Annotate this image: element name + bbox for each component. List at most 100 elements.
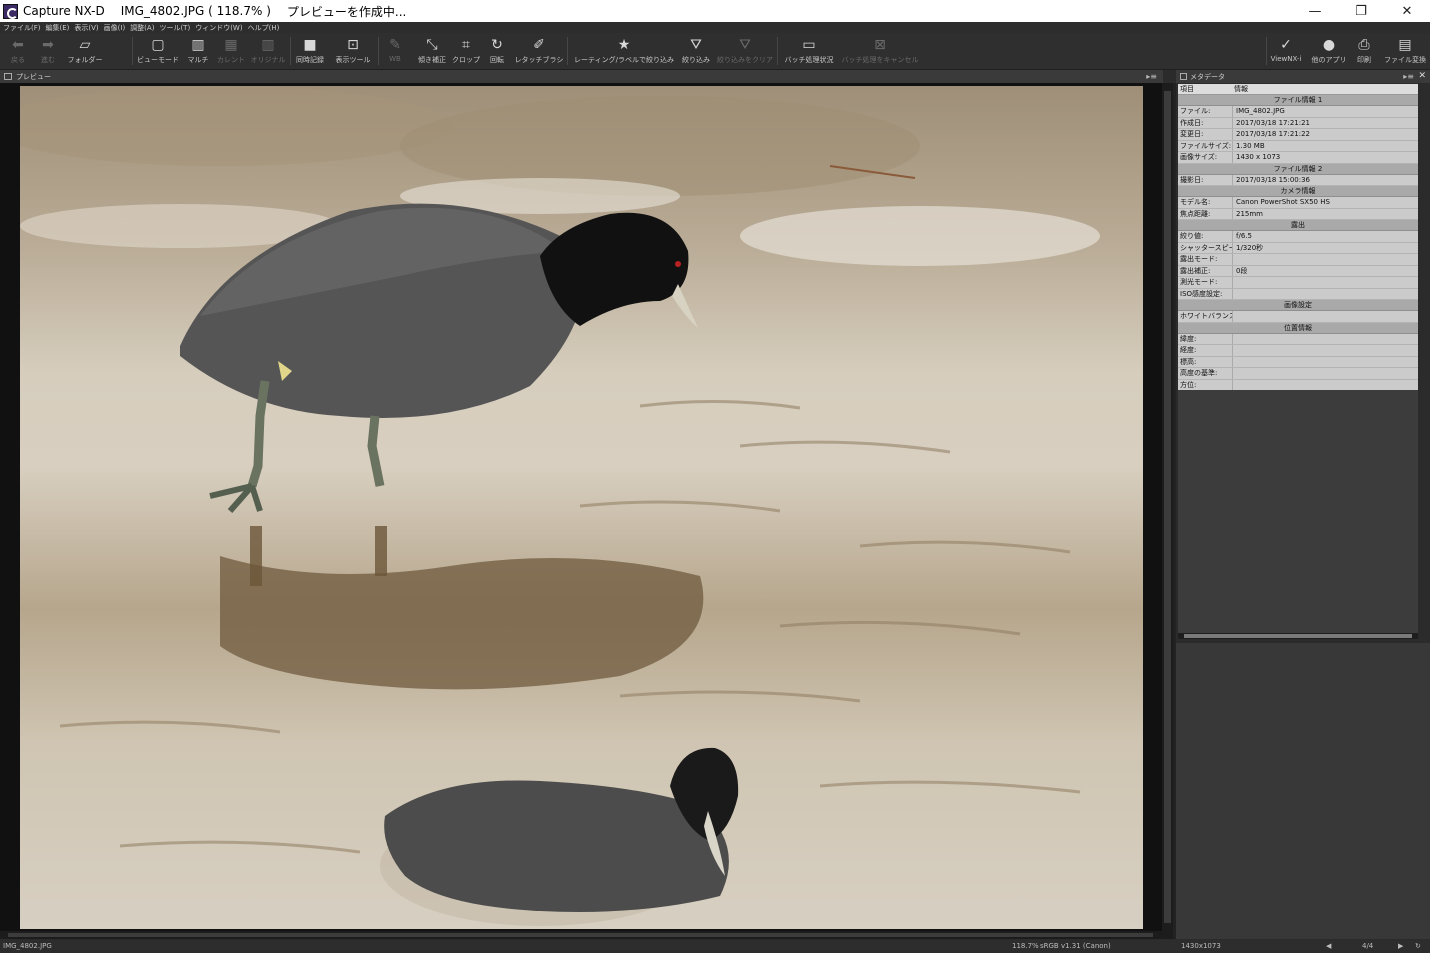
metadata-value: 2017/03/18 17:21:22 (1236, 130, 1311, 138)
metadata-row: 画像サイズ: 1430 x 1073 (1178, 152, 1418, 164)
menu-file[interactable]: ファイル(F) (3, 23, 41, 33)
metadata-row: ファイルサイズ: 1.30 MB (1178, 140, 1418, 152)
metadata-section-header[interactable]: カメラ情報 (1178, 186, 1418, 197)
eyedropper-icon: ✎ (389, 37, 401, 53)
metadata-value: 2017/03/18 15:00:36 (1236, 175, 1311, 184)
metadata-value (1233, 334, 1236, 345)
metadata-key: 高度の基準: (1178, 368, 1233, 379)
metadata-value (1233, 254, 1236, 265)
metadata-section-header[interactable]: 露出 (1178, 220, 1418, 231)
clear-filter-button[interactable]: ⛛ 絞り込みをクリア (716, 35, 774, 67)
metadata-empty-area (1178, 390, 1418, 633)
metadata-key: 絞り値: (1178, 231, 1233, 242)
print-button[interactable]: ⎙ 印刷 (1354, 35, 1374, 67)
metadata-key: ホワイトバランス: (1180, 311, 1233, 322)
original-button[interactable]: ▥ オリジナル (250, 35, 286, 67)
batch-cancel-button[interactable]: ⊠ バッチ処理をキャンセル (840, 35, 920, 67)
next-image-icon[interactable]: ▶ (1398, 942, 1403, 950)
horizontal-scroll-thumb[interactable] (8, 933, 1153, 937)
metadata-scroll-thumb[interactable] (1184, 634, 1412, 638)
metadata-value: 215mm (1236, 209, 1263, 218)
restore-button[interactable]: ❐ (1338, 0, 1384, 22)
metadata-key: ISO感度設定: (1178, 288, 1233, 299)
viewnx-button[interactable]: ✓ ViewNX-i (1270, 35, 1302, 67)
metadata-value: IMG_4802.JPG (1236, 107, 1285, 115)
metadata-key: 経度: (1178, 345, 1233, 356)
metadata-row: 高度の基準: (1178, 368, 1418, 380)
menu-edit[interactable]: 編集(E) (46, 23, 70, 33)
vertical-scroll-thumb[interactable] (1164, 91, 1171, 923)
preview-area[interactable] (0, 83, 1162, 931)
metadata-section-header[interactable]: ファイル情報 1 (1178, 95, 1418, 106)
metadata-value (1233, 380, 1236, 391)
printer-icon: ⎙ (1358, 37, 1370, 53)
menu-image[interactable]: 画像(I) (104, 23, 126, 33)
metadata-horizontal-scrollbar[interactable] (1178, 633, 1418, 639)
refresh-icon[interactable]: ↻ (1415, 942, 1421, 950)
preview-panel-header: プレビュー ▸≡ (0, 70, 1163, 83)
other-apps-button[interactable]: ● 他のアプリ (1310, 35, 1348, 67)
metadata-section-header[interactable]: 画像設定 (1178, 300, 1418, 311)
status-zoom: 118.7% (1012, 942, 1039, 950)
file-convert-icon: ▤ (1398, 37, 1412, 53)
arrow-right-icon: ➡ (42, 37, 54, 53)
retouch-brush-button[interactable]: ✐ レタッチブラシ (514, 35, 564, 67)
menu-adjust[interactable]: 調整(A) (130, 23, 154, 33)
metadata-key: 露出補正: (1178, 265, 1233, 276)
metadata-row: 露出モード: (1178, 254, 1418, 266)
filter-button[interactable]: ⛛ 絞り込み (681, 35, 711, 67)
metadata-value (1233, 311, 1236, 322)
menu-view[interactable]: 表示(V) (74, 23, 98, 33)
rating-filter-button[interactable]: ★ レーティング/ラベルで絞り込み (572, 35, 676, 67)
apps-icon: ● (1322, 37, 1336, 53)
metadata-close-icon[interactable]: ✕ (1418, 71, 1426, 81)
lower-panel (1176, 643, 1430, 939)
menu-window[interactable]: ウィンドウ(W) (195, 23, 242, 33)
rotate-button[interactable]: ↻ 回転 (486, 35, 508, 67)
metadata-section-header[interactable]: ファイル情報 2 (1178, 163, 1418, 175)
sync-record-icon: ■ (303, 37, 317, 53)
menu-help[interactable]: ヘルプ(H) (248, 23, 280, 33)
current-icon: ▦ (224, 37, 238, 53)
metadata-key: 画像サイズ: (1178, 152, 1233, 163)
forward-button[interactable]: ➡ 進む (38, 35, 58, 67)
folder-button[interactable]: ▱ フォルダー (66, 35, 104, 67)
prev-image-icon[interactable]: ◀ (1326, 942, 1331, 950)
sync-record-button[interactable]: ■ 同時記録 (293, 35, 327, 67)
close-button[interactable]: ✕ (1384, 0, 1430, 22)
metadata-key: 標高: (1178, 356, 1233, 367)
preview-panel-icon (4, 73, 12, 80)
preview-vertical-scrollbar[interactable] (1162, 83, 1173, 931)
title-bar: Capture NX-D IMG_4802.JPG ( 118.7% ) プレビ… (0, 0, 1430, 22)
metadata-value (1233, 368, 1236, 379)
preview-panel-title: プレビュー (16, 72, 51, 81)
arrow-left-icon: ⬅ (12, 37, 24, 53)
metadata-key: 変更日: (1178, 129, 1233, 140)
tilt-icon: ⤡ (426, 37, 438, 53)
metadata-row: 作成日: 2017/03/18 17:21:21 (1178, 117, 1418, 129)
batch-status-button[interactable]: ▭ バッチ処理状況 (782, 35, 836, 67)
metadata-menu-icon[interactable]: ▸≡ (1403, 72, 1414, 81)
menu-tools[interactable]: ツール(T) (159, 23, 190, 33)
back-button[interactable]: ⬅ 戻る (8, 35, 28, 67)
metadata-key: 焦点距離: (1178, 208, 1233, 219)
window-controls: — ❐ ✕ (1292, 0, 1430, 22)
current-button[interactable]: ▦ カレント (217, 35, 245, 67)
wb-button[interactable]: ✎ WB (386, 35, 404, 67)
crop-button[interactable]: ⌗ クロップ (452, 35, 480, 67)
column-item: 項目 (1180, 85, 1194, 93)
display-tools-button[interactable]: ⊡ 表示ツール (334, 35, 372, 67)
crop-icon: ⌗ (462, 37, 470, 53)
metadata-column-header: 項目 情報 (1178, 84, 1418, 95)
metadata-row: シャッタースピード:1/320秒 (1178, 242, 1418, 254)
panel-menu-icon[interactable]: ▸≡ (1146, 72, 1157, 81)
multi-button[interactable]: ▥ マルチ (186, 35, 210, 67)
folder-icon: ▱ (79, 37, 91, 53)
view-mode-button[interactable]: ▢ ビューモード (136, 35, 180, 67)
minimize-button[interactable]: — (1292, 0, 1338, 22)
tilt-correction-button[interactable]: ⤡ 傾き補正 (416, 35, 448, 67)
preview-horizontal-scrollbar[interactable] (0, 931, 1173, 939)
menu-bar: ファイル(F) 編集(E) 表示(V) 画像(I) 調整(A) ツール(T) ウ… (0, 22, 1430, 33)
file-convert-button[interactable]: ▤ ファイル変換 (1383, 35, 1427, 67)
metadata-section-header[interactable]: 位置情報 (1178, 322, 1418, 334)
